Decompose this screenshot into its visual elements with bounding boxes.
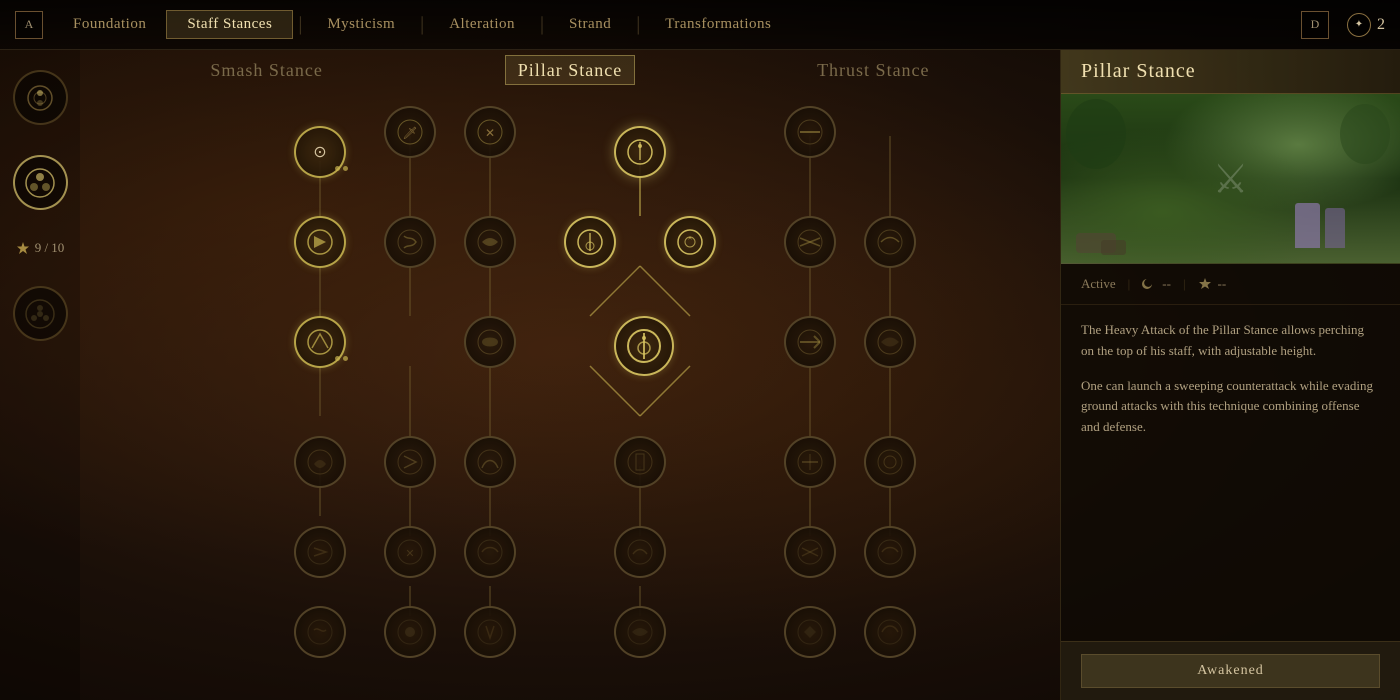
detail-image	[1061, 94, 1400, 264]
figure-1	[1295, 203, 1320, 248]
detail-description: The Heavy Attack of the Pillar Stance al…	[1061, 305, 1400, 641]
figure-2	[1325, 208, 1345, 248]
skill-node-sm-r4-1[interactable]	[384, 436, 436, 488]
nav-right: D ✦ 2	[1301, 11, 1385, 39]
skill-node-pillar-r3[interactable]	[614, 316, 674, 376]
skill-node-s2[interactable]	[294, 216, 346, 268]
moon-icon	[1142, 277, 1156, 291]
skill-node-s6[interactable]	[294, 606, 346, 658]
detail-footer: Awakened	[1061, 641, 1400, 700]
nav-sep-1: |	[293, 13, 307, 36]
stat-item-1: --	[1142, 276, 1171, 292]
skill-node-s4[interactable]	[294, 436, 346, 488]
tab-alteration[interactable]: Alteration	[429, 11, 535, 38]
skill-node-sm-r3[interactable]	[464, 316, 516, 368]
skill-node-sm-r2-2[interactable]	[464, 216, 516, 268]
detail-title-bar: Pillar Stance	[1061, 50, 1400, 94]
skill-node-pillar-r4[interactable]	[614, 436, 666, 488]
pillar-stance-header[interactable]: Pillar Stance	[505, 55, 635, 85]
skill-node-sm-r6-1[interactable]	[384, 606, 436, 658]
svg-text:🗡: 🗡	[402, 126, 417, 140]
tab-transformations[interactable]: Transformations	[645, 11, 791, 38]
skill-node-th-r3-2[interactable]	[864, 316, 916, 368]
skill-node-sm-r6-2[interactable]	[464, 606, 516, 658]
skill-node-th-r1[interactable]	[784, 106, 836, 158]
main-content: 9 / 10 Smash Stance Pillar Stance Thrust…	[0, 50, 1400, 700]
skill-node-pillar-r5[interactable]	[614, 526, 666, 578]
skill-node-th-r3-1[interactable]	[784, 316, 836, 368]
skill-node-pillar-r2-r[interactable]	[664, 216, 716, 268]
skill-node-th-r6-2[interactable]	[864, 606, 916, 658]
skill-node-pillar-top[interactable]	[614, 126, 666, 178]
skill-node-pillar-r6[interactable]	[614, 606, 666, 658]
skill-points: 9 / 10	[16, 240, 65, 256]
skill-node-th-r6-1[interactable]	[784, 606, 836, 658]
nav-sep-3: |	[535, 13, 549, 36]
detail-desc-2: One can launch a sweeping counterattack …	[1081, 376, 1380, 438]
skill-node-pillar-r2-l[interactable]	[564, 216, 616, 268]
status-label: Active	[1081, 276, 1116, 292]
foliage-1	[1066, 99, 1126, 169]
tab-staff-stances[interactable]: Staff Stances	[166, 10, 293, 39]
skill-node-s5[interactable]	[294, 526, 346, 578]
skill-node-sm-r2-1[interactable]	[384, 216, 436, 268]
skill-tree: Smash Stance Pillar Stance Thrust Stance	[80, 50, 1060, 700]
skill-node-sm-r5-2[interactable]	[464, 526, 516, 578]
nav-sep-2: |	[415, 13, 429, 36]
foliage-2	[1340, 104, 1390, 164]
svg-text:✕: ✕	[485, 126, 495, 140]
awakened-button[interactable]: Awakened	[1081, 654, 1380, 688]
sidebar: 9 / 10	[0, 50, 80, 700]
skill-node-sm-r5-1[interactable]: ✕	[384, 526, 436, 578]
star-icon	[1198, 277, 1212, 291]
stat-sep-2: |	[1183, 276, 1186, 292]
svg-text:✕: ✕	[405, 548, 414, 560]
stance-headers: Smash Stance Pillar Stance Thrust Stance	[100, 60, 1040, 81]
skill-node-th-r2-1[interactable]	[784, 216, 836, 268]
tab-mysticism[interactable]: Mysticism	[307, 11, 415, 38]
nav-left-key: A	[15, 11, 43, 39]
skill-node-th-r4-1[interactable]	[784, 436, 836, 488]
nav-bar: A Foundation Staff Stances | Mysticism |…	[0, 0, 1400, 50]
sidebar-icon-bottom	[13, 286, 68, 341]
stat-item-2: --	[1198, 276, 1227, 292]
stat-sep-1: |	[1128, 276, 1131, 292]
nav-points: ✦ 2	[1347, 13, 1385, 37]
detail-stats: Active | -- | --	[1061, 264, 1400, 305]
thrust-stance-header: Thrust Stance	[817, 60, 929, 80]
skill-node-th-r5-2[interactable]	[864, 526, 916, 578]
detail-desc-1: The Heavy Attack of the Pillar Stance al…	[1081, 320, 1380, 362]
nav-sep-4: |	[631, 13, 645, 36]
detail-title: Pillar Stance	[1081, 60, 1380, 83]
detail-panel: Pillar Stance Active | -- |	[1060, 50, 1400, 700]
skill-tree-nodes: ⊙ 🗡 ✕	[100, 96, 1040, 656]
skill-node-th-r5-1[interactable]	[784, 526, 836, 578]
sidebar-icon-middle[interactable]	[13, 155, 68, 210]
skill-node-sm-r4-2[interactable]	[464, 436, 516, 488]
tab-foundation[interactable]: Foundation	[53, 11, 166, 38]
skill-node-th-r2-2[interactable]	[864, 216, 916, 268]
sidebar-icon-top	[13, 70, 68, 125]
tab-strand[interactable]: Strand	[549, 11, 631, 38]
nav-right-key: D	[1301, 11, 1329, 39]
skill-icon-nav: ✦	[1347, 13, 1371, 37]
rock-2	[1101, 240, 1126, 255]
smash-stance-header: Smash Stance	[210, 60, 323, 80]
skill-node-th-r4-2[interactable]	[864, 436, 916, 488]
skill-node-sm-r1-1[interactable]: 🗡	[384, 106, 436, 158]
skill-node-sm-r1-2[interactable]: ✕	[464, 106, 516, 158]
